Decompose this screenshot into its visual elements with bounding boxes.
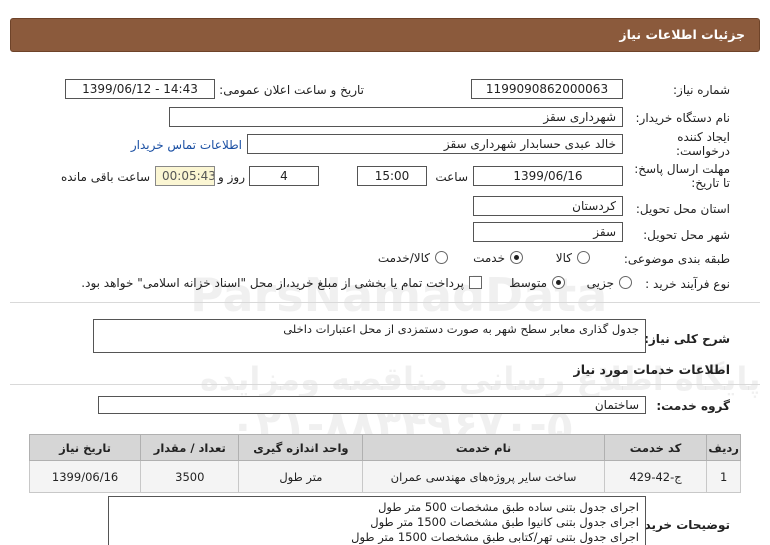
city-field: سقز (473, 222, 623, 242)
col-header-service-name: نام خدمت (362, 434, 605, 461)
services-table: ردیف کد خدمت نام خدمت واحد اندازه گیری ت… (28, 434, 741, 493)
cell-service-code: ج-42-429 (603, 460, 708, 493)
remaining-days-field: 4 (249, 166, 319, 186)
category-goods-service-radio[interactable] (435, 251, 448, 264)
cell-quantity: 3500 (140, 460, 240, 493)
treasury-payment-checkbox[interactable] (469, 276, 482, 289)
col-header-need-date: تاریخ نیاز (28, 434, 142, 461)
deadline-date-field: 1399/06/16 (473, 166, 623, 186)
announce-datetime-label: تاریخ و ساعت اعلان عمومی: (219, 83, 364, 97)
col-header-row-number: ردیف (706, 434, 741, 461)
treasury-payment-note: پرداخت تمام یا بخشی از مبلغ خرید،از محل … (81, 276, 464, 290)
deadline-label-line2: تا تاریخ: (691, 176, 730, 190)
cell-service-name: ساخت سایر پروژه‌های مهندسی عمران (362, 460, 605, 493)
announce-datetime-field: 1399/06/12 - 14:43 (65, 79, 215, 99)
remaining-time-label: ساعت باقی مانده (60, 170, 150, 184)
province-field: کردستان (473, 196, 623, 216)
buyer-notes-line: اجرای جدول بتنی تهر/کتابی طبق مشخصات 150… (351, 530, 639, 544)
province-label: استان محل تحویل: (635, 202, 730, 216)
summary-label: شرح کلی نیاز: (644, 332, 730, 346)
creator-label-line1: ایجاد کننده (677, 130, 730, 144)
purchase-minor-radio[interactable] (619, 276, 632, 289)
purchase-type-label: نوع فرآیند خرید : (645, 277, 730, 291)
cell-need-date: 1399/06/16 (28, 460, 142, 493)
cell-unit: متر طول (238, 460, 364, 493)
deadline-time-field: 15:00 (357, 166, 427, 186)
category-goods-label: کالا (555, 251, 572, 265)
cell-row-number: 1 (706, 460, 741, 493)
divider (10, 302, 760, 303)
creator-label-line2: درخواست: (676, 144, 730, 158)
category-goods-radio[interactable] (577, 251, 590, 264)
service-group-label: گروه خدمت: (656, 399, 730, 413)
buyer-notes-field: اجرای جدول بتنی ساده طبق مشخصات 500 متر … (108, 496, 646, 545)
remaining-days-label: روز و (218, 170, 245, 184)
buyer-contact-link[interactable]: اطلاعات تماس خریدار (131, 138, 242, 152)
city-label: شهر محل تحویل: (643, 228, 730, 242)
category-label: طبقه بندی موضوعی: (623, 252, 730, 266)
need-number-label: شماره نیاز: (673, 83, 730, 97)
creator-field: خالد عبدی حسابدار شهرداری سقز (247, 134, 623, 154)
table-row: 1 ج-42-429 ساخت سایر پروژه‌های مهندسی عم… (28, 460, 741, 493)
page-header: جزئیات اطلاعات نیاز (10, 18, 760, 52)
purchase-medium-radio[interactable] (552, 276, 565, 289)
summary-text: جدول گذاری معابر سطح شهر به صورت دستمزدی… (283, 322, 639, 336)
category-goods-service-label: کالا/خدمت (377, 251, 430, 265)
deadline-label-line1: مهلت ارسال پاسخ: (634, 162, 730, 176)
page-title: جزئیات اطلاعات نیاز (619, 27, 745, 42)
category-service-radio[interactable] (510, 251, 523, 264)
col-header-service-code: کد خدمت (603, 434, 708, 461)
divider (10, 384, 760, 385)
services-section-title: اطلاعات خدمات مورد نیاز (573, 362, 731, 377)
service-group-field: ساختمان (98, 396, 646, 414)
purchase-medium-label: متوسط (509, 276, 547, 290)
need-number-field: 1199090862000063 (471, 79, 623, 99)
summary-field: جدول گذاری معابر سطح شهر به صورت دستمزدی… (93, 319, 646, 353)
buyer-notes-line: اجرای جدول بتنی ساده طبق مشخصات 500 متر … (378, 500, 639, 514)
deadline-time-label: ساعت (435, 170, 468, 184)
category-service-label: خدمت (473, 251, 505, 265)
col-header-quantity: تعداد / مقدار (140, 434, 240, 461)
col-header-unit: واحد اندازه گیری (238, 434, 364, 461)
buyer-org-label: نام دستگاه خریدار: (635, 111, 731, 125)
remaining-time-field: 00:05:43 (155, 166, 215, 186)
table-header-row: ردیف کد خدمت نام خدمت واحد اندازه گیری ت… (28, 434, 741, 461)
purchase-minor-label: جزیی (586, 276, 614, 290)
buyer-notes-line: اجرای جدول بتنی کانیوا طبق مشخصات 1500 م… (370, 515, 639, 529)
buyer-org-field: شهرداری سقز (169, 107, 623, 127)
